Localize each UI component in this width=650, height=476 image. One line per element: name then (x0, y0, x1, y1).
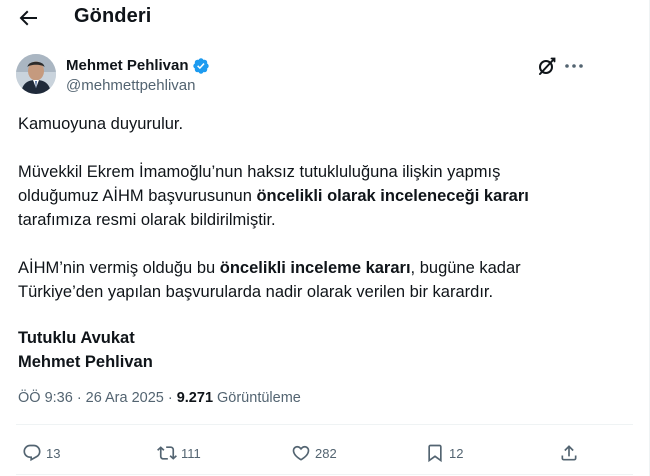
avatar-image (16, 54, 56, 94)
like-count: 282 (315, 445, 337, 461)
post-meta: ÖÖ 9:36 · 26 Ara 2025 · 9.271 Görüntülem… (18, 390, 301, 406)
bookmark-button[interactable]: 12 (425, 438, 463, 468)
bookmark-icon (428, 444, 442, 463)
arrow-left-icon (19, 10, 37, 26)
post-signature-line2: Mehmet Pehlivan (18, 353, 153, 371)
more-options-button[interactable] (562, 54, 586, 78)
page-title: Gönderi (74, 5, 152, 27)
share-icon (561, 445, 577, 461)
post-text-p1: Kamuoyuna duyurulur. (18, 115, 184, 133)
divider (16, 424, 633, 425)
repost-count: 111 (181, 445, 201, 461)
author-handle[interactable]: @mehmettpehlivan (66, 77, 195, 94)
share-button[interactable] (559, 438, 579, 468)
grok-button[interactable] (535, 54, 559, 78)
reply-button[interactable]: 13 (22, 438, 60, 468)
verified-badge-icon (192, 58, 209, 74)
meta-separator: · (167, 390, 173, 406)
post-text-p2-line1: Müvekkil Ekrem İmamoğlu’nun haksız tutuk… (18, 163, 501, 181)
back-button[interactable] (16, 6, 40, 30)
post-date[interactable]: 26 Ara 2025 (86, 390, 164, 406)
view-label: Görüntüleme (217, 390, 301, 406)
more-horizontal-icon (565, 64, 583, 68)
page-header: Gönderi (0, 0, 649, 34)
post-text-p3-line2: Türkiye’den yapılan başvurularda nadir o… (18, 283, 494, 301)
like-button[interactable]: 282 (291, 438, 337, 468)
post-text-p2-line3: tarafımıza resmi olarak bildirilmiştir. (18, 211, 276, 229)
repost-button[interactable]: 111 (157, 438, 201, 468)
reply-icon (23, 444, 41, 462)
meta-separator: · (76, 390, 82, 406)
post-actions: 13 111 282 12 (0, 438, 649, 468)
post-text-p2-line2: olduğumuz AİHM başvurusunun öncelikli ol… (18, 187, 529, 205)
view-count: 9.271 (176, 390, 214, 406)
post-time[interactable]: ÖÖ 9:36 (18, 390, 73, 406)
heart-icon (292, 445, 310, 461)
avatar[interactable] (16, 54, 56, 94)
grok-icon (539, 57, 556, 75)
author-name-row: Mehmet Pehlivan (66, 56, 210, 75)
post-text-p3-line1: AİHM’nin vermiş olduğu bu öncelikli ince… (18, 259, 521, 277)
bookmark-count: 12 (449, 445, 464, 461)
repost-icon (157, 446, 177, 460)
divider (16, 474, 633, 475)
reply-count: 13 (46, 445, 61, 461)
post-signature-line1: Tutuklu Avukat (18, 329, 135, 347)
author-name[interactable]: Mehmet Pehlivan (66, 57, 189, 74)
